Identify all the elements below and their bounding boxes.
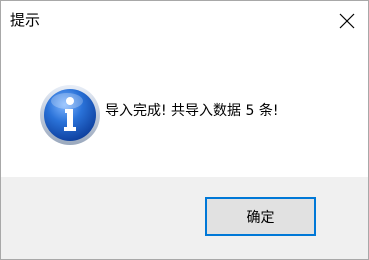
title-bar: 提示 [1,1,368,39]
close-button[interactable] [336,10,358,32]
dialog-title: 提示 [10,11,41,29]
dialog-message: 导入完成! 共导入数据 5 条! [105,103,279,119]
ok-button[interactable]: 确定 [205,197,316,236]
close-icon [339,13,355,29]
info-icon [38,83,102,147]
dialog-body: 导入完成! 共导入数据 5 条! [1,39,368,177]
dialog-footer: 确定 [1,177,368,259]
message-dialog: 提示 导入完成! 共导入数据 5 条! 确定 [0,0,369,260]
